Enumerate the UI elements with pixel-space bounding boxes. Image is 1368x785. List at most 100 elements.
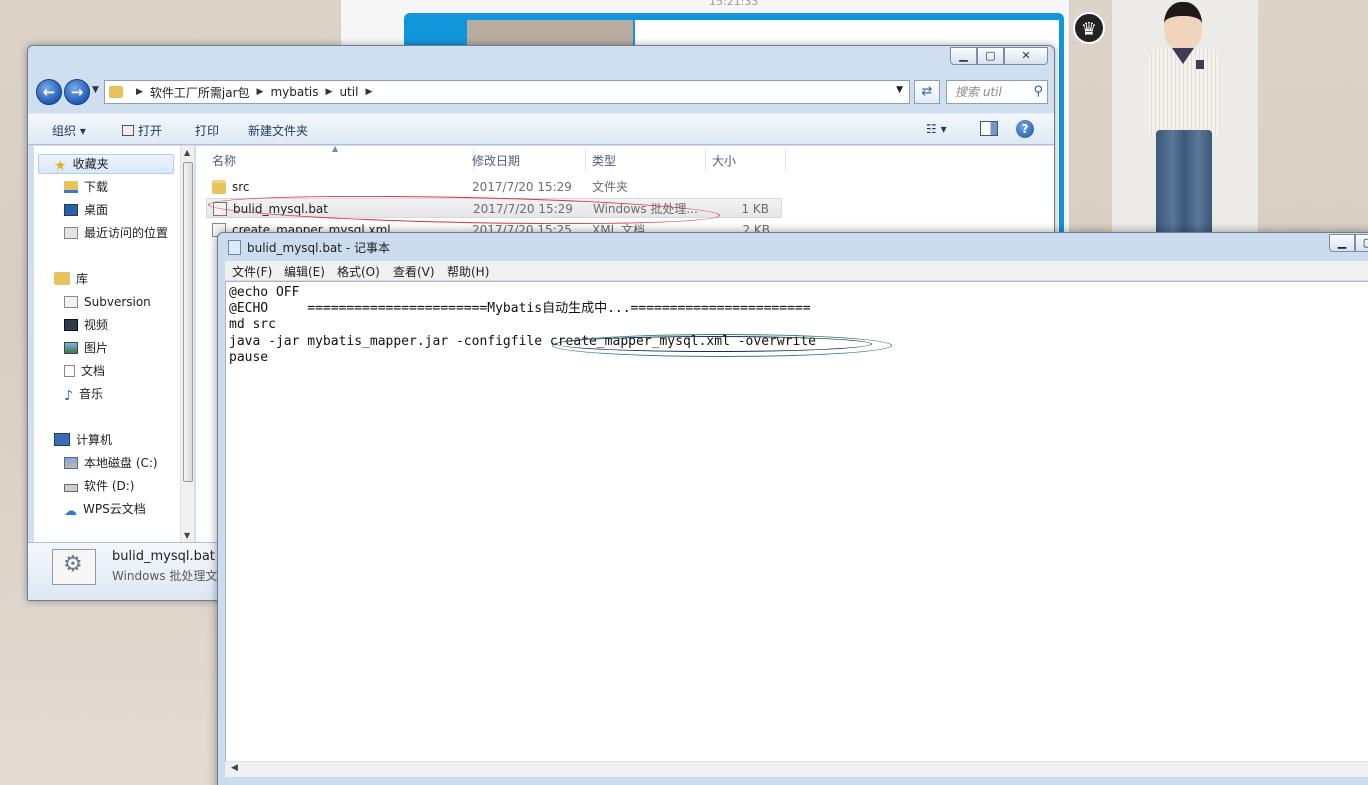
search-input[interactable]: 搜索 util ⚲ bbox=[946, 80, 1048, 104]
video-icon bbox=[64, 319, 78, 331]
column-header-date[interactable]: 修改日期 bbox=[466, 149, 586, 173]
search-icon[interactable]: ⚲ bbox=[1033, 81, 1043, 103]
nav-computer-label: 计算机 bbox=[76, 433, 113, 447]
nav-item-documents[interactable]: 文档 bbox=[64, 361, 105, 381]
menu-help[interactable]: 帮助(H) bbox=[447, 263, 489, 280]
file-date: 2017/7/20 15:29 bbox=[472, 180, 572, 194]
scroll-up-icon[interactable]: ▲ bbox=[184, 148, 190, 157]
organize-button[interactable]: 组织 ▾ bbox=[52, 122, 86, 139]
editor-line: @echo OFF bbox=[229, 285, 300, 300]
nav-item-label: 视频 bbox=[84, 318, 109, 332]
explorer-caption-buttons: ▁ ▢ ✕ bbox=[950, 47, 1048, 65]
nav-item-label: WPS云文档 bbox=[83, 502, 146, 516]
print-button[interactable]: 打印 bbox=[195, 122, 219, 139]
back-button[interactable]: ← bbox=[36, 79, 62, 105]
nav-item-desktop[interactable]: 桌面 bbox=[64, 200, 108, 220]
breadcrumb-item[interactable]: util bbox=[339, 85, 358, 99]
open-label: 打开 bbox=[138, 124, 163, 138]
nav-item-drive-c[interactable]: 本地磁盘 (C:) bbox=[64, 453, 158, 473]
column-header-type[interactable]: 类型 bbox=[586, 149, 706, 173]
column-header-size[interactable]: 大小 bbox=[706, 149, 786, 173]
chevron-right-icon[interactable]: ▶ bbox=[326, 87, 333, 97]
folder-icon bbox=[109, 86, 123, 98]
scroll-down-icon[interactable]: ▼ bbox=[184, 531, 190, 540]
scrollbar-thumb[interactable] bbox=[183, 162, 193, 482]
nav-scrollbar[interactable]: ▲ ▼ bbox=[180, 146, 194, 542]
nav-item-music[interactable]: ♪ 音乐 bbox=[64, 384, 103, 404]
nav-item-label: 桌面 bbox=[84, 203, 109, 217]
breadcrumb-item[interactable]: 软件工厂所需jar包 bbox=[150, 84, 250, 101]
refresh-icon[interactable]: ⇄ bbox=[914, 80, 940, 104]
computer-icon bbox=[54, 433, 70, 446]
horizontal-scrollbar[interactable]: ◀ bbox=[225, 761, 1368, 777]
nav-library-label: 库 bbox=[76, 272, 89, 286]
maximize-button[interactable]: ▢ bbox=[1355, 234, 1368, 252]
nav-item-downloads[interactable]: 下载 bbox=[64, 177, 108, 197]
nav-item-drive-d[interactable]: 软件 (D:) bbox=[64, 476, 134, 496]
nav-item-wps-cloud[interactable]: ☁ WPS云文档 bbox=[64, 499, 146, 519]
forward-button[interactable]: → bbox=[64, 79, 90, 105]
pictures-icon bbox=[64, 342, 78, 354]
music-icon: ♪ bbox=[64, 388, 73, 404]
batch-file-large-icon bbox=[52, 549, 96, 585]
figure-pocket bbox=[1196, 60, 1204, 69]
download-folder-icon bbox=[64, 181, 78, 193]
nav-favorites[interactable]: ★ 收藏夹 bbox=[54, 154, 109, 174]
scroll-left-icon[interactable]: ◀ bbox=[231, 763, 238, 773]
new-folder-button[interactable]: 新建文件夹 bbox=[248, 122, 308, 139]
nav-item-videos[interactable]: 视频 bbox=[64, 315, 108, 335]
column-header-name[interactable]: 名称 bbox=[206, 149, 474, 173]
table-row[interactable]: src 2017/7/20 15:29 文件夹 bbox=[206, 177, 782, 197]
menu-edit[interactable]: 编辑(E) bbox=[284, 263, 325, 280]
open-button[interactable]: 打开 bbox=[122, 122, 162, 139]
breadcrumb-item[interactable]: mybatis bbox=[270, 85, 318, 99]
address-field[interactable]: ▶ 软件工厂所需jar包 ▶ mybatis ▶ util ▶ ▼ bbox=[104, 80, 910, 104]
character-figure bbox=[1112, 0, 1258, 240]
chevron-right-icon[interactable]: ▶ bbox=[365, 87, 372, 97]
nav-item-label: 本地磁盘 (C:) bbox=[84, 456, 158, 470]
address-bar-row: ← → ▼ ▶ 软件工厂所需jar包 ▶ mybatis ▶ util ▶ ▼ … bbox=[34, 77, 1050, 107]
search-placeholder: 搜索 util bbox=[955, 85, 1002, 99]
nav-item-label: 软件 (D:) bbox=[84, 479, 135, 493]
menu-format[interactable]: 格式(O) bbox=[337, 263, 380, 280]
window-title: bulid_mysql.bat - 记事本 bbox=[247, 241, 390, 255]
nav-computer[interactable]: 计算机 bbox=[54, 430, 112, 450]
notepad-window: bulid_mysql.bat - 记事本 ▁ ▢ 文件(F) 编辑(E) 格式… bbox=[217, 232, 1368, 785]
nav-item-recent[interactable]: 最近访问的位置 bbox=[64, 223, 168, 243]
nav-item-label: 文档 bbox=[81, 364, 106, 378]
file-name: src bbox=[232, 180, 250, 194]
figure-head bbox=[1164, 2, 1202, 50]
help-icon[interactable]: ? bbox=[1016, 120, 1034, 138]
system-drive-icon bbox=[64, 457, 78, 469]
chevron-right-icon[interactable]: ▶ bbox=[136, 87, 143, 97]
nav-item-label: 最近访问的位置 bbox=[84, 226, 169, 240]
nav-item-pictures[interactable]: 图片 bbox=[64, 338, 108, 358]
close-button[interactable]: ✕ bbox=[1004, 47, 1048, 65]
folder-icon bbox=[212, 180, 226, 194]
maximize-button[interactable]: ▢ bbox=[977, 47, 1004, 65]
cloud-icon: ☁ bbox=[64, 504, 77, 519]
minimize-button[interactable]: ▁ bbox=[1329, 234, 1355, 252]
history-dropdown-icon[interactable]: ▼ bbox=[92, 85, 99, 95]
nav-library[interactable]: 库 bbox=[54, 269, 88, 289]
preview-pane-icon[interactable] bbox=[980, 121, 998, 136]
star-icon: ★ bbox=[54, 158, 67, 174]
minimize-button[interactable]: ▁ bbox=[950, 47, 977, 65]
chat-timestamp: 15:21:33 bbox=[709, 0, 759, 8]
address-dropdown-icon[interactable]: ▼ bbox=[896, 85, 903, 95]
desktop-icon bbox=[64, 204, 78, 216]
nav-item-subversion[interactable]: Subversion bbox=[64, 292, 151, 312]
file-size: 1 KB bbox=[741, 202, 769, 216]
file-type: 文件夹 bbox=[592, 180, 629, 194]
command-bar: 组织 ▾ 打开 打印 新建文件夹 ☷ ▾ ? bbox=[28, 113, 1054, 145]
notepad-icon bbox=[228, 240, 241, 255]
avatar-icon[interactable]: ♛ bbox=[1073, 12, 1105, 44]
menu-view[interactable]: 查看(V) bbox=[393, 263, 435, 280]
menu-file[interactable]: 文件(F) bbox=[232, 263, 272, 280]
annotation-ellipse-dark bbox=[556, 336, 872, 352]
nav-item-label: 音乐 bbox=[78, 387, 103, 401]
chevron-right-icon[interactable]: ▶ bbox=[257, 87, 264, 97]
nav-item-label: 下载 bbox=[84, 180, 109, 194]
view-options-icon[interactable]: ☷ ▾ bbox=[926, 122, 947, 136]
nav-favorites-label: 收藏夹 bbox=[72, 157, 109, 171]
